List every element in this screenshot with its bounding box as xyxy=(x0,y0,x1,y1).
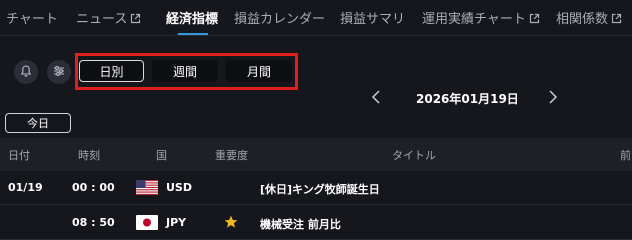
tab-pnl-calendar[interactable]: 損益カレンダー xyxy=(234,8,325,27)
row-country: USD xyxy=(166,181,192,194)
period-label: 月間 xyxy=(246,64,271,79)
period-daily-button[interactable]: 日別 xyxy=(79,60,144,82)
current-date: 2026年01月19日 xyxy=(416,92,519,106)
chevron-right-icon xyxy=(548,89,558,108)
tab-economic-indicators[interactable]: 経済指標 xyxy=(166,8,218,27)
tab-pnl-summary[interactable]: 損益サマリ xyxy=(340,8,405,27)
period-monthly-button[interactable]: 月間 xyxy=(226,60,292,82)
column-title: タイトル xyxy=(392,149,436,162)
row-time: 00 : 00 xyxy=(72,181,115,194)
star-icon xyxy=(224,214,238,233)
row-title: 機械受注 前月比 xyxy=(260,218,341,231)
column-importance: 重要度 xyxy=(215,149,248,162)
tab-label: 相関係数 xyxy=(556,12,609,27)
alert-button[interactable] xyxy=(14,60,38,84)
column-time: 時刻 xyxy=(78,149,100,162)
period-weekly-button[interactable]: 週間 xyxy=(152,60,218,82)
table-row[interactable]: 01/19 00 : 00 USD [休日]キング牧師誕生日 xyxy=(0,171,632,205)
chevron-left-icon xyxy=(371,89,381,108)
tab-label: 損益サマリ xyxy=(340,12,406,27)
row-time: 08 : 50 xyxy=(72,216,115,229)
today-label: 今日 xyxy=(27,117,49,130)
external-link-icon xyxy=(529,13,540,28)
tab-correlation[interactable]: 相関係数 xyxy=(556,8,622,28)
tab-label: ニュース xyxy=(76,12,128,27)
column-date: 日付 xyxy=(8,149,30,162)
table-row[interactable]: 08 : 50 JPY 機械受注 前月比 xyxy=(0,206,632,240)
tab-label: 運用実績チャート xyxy=(422,12,526,27)
column-previous: 前 xyxy=(620,149,631,162)
sliders-icon xyxy=(52,63,66,82)
active-tab-indicator xyxy=(178,33,208,35)
tab-bar: チャート ニュース 経済指標 損益カレンダー 損益サマリ 運用実績チャート 相関… xyxy=(0,0,632,36)
next-date-button[interactable] xyxy=(543,88,563,108)
row-date: 01/19 xyxy=(8,181,43,194)
period-label: 週間 xyxy=(172,64,197,79)
row-country: JPY xyxy=(166,216,187,229)
today-button[interactable]: 今日 xyxy=(5,113,71,133)
us-flag-icon xyxy=(136,180,158,195)
bell-icon xyxy=(19,63,33,82)
external-link-icon xyxy=(611,13,622,28)
tab-label: 経済指標 xyxy=(166,12,219,27)
table-header: 日付 時刻 国 重要度 タイトル 前 xyxy=(0,138,632,171)
tab-performance-chart[interactable]: 運用実績チャート xyxy=(422,8,540,28)
filter-settings-button[interactable] xyxy=(47,60,71,84)
tab-chart[interactable]: チャート xyxy=(6,8,58,27)
period-label: 日別 xyxy=(99,64,124,79)
tab-label: チャート xyxy=(6,12,58,27)
prev-date-button[interactable] xyxy=(366,88,386,108)
row-title: [休日]キング牧師誕生日 xyxy=(260,183,380,196)
jp-flag-icon xyxy=(136,215,158,230)
tab-label: 損益カレンダー xyxy=(234,12,326,27)
external-link-icon xyxy=(130,13,141,28)
column-country: 国 xyxy=(156,149,167,162)
tab-news[interactable]: ニュース xyxy=(76,8,141,28)
